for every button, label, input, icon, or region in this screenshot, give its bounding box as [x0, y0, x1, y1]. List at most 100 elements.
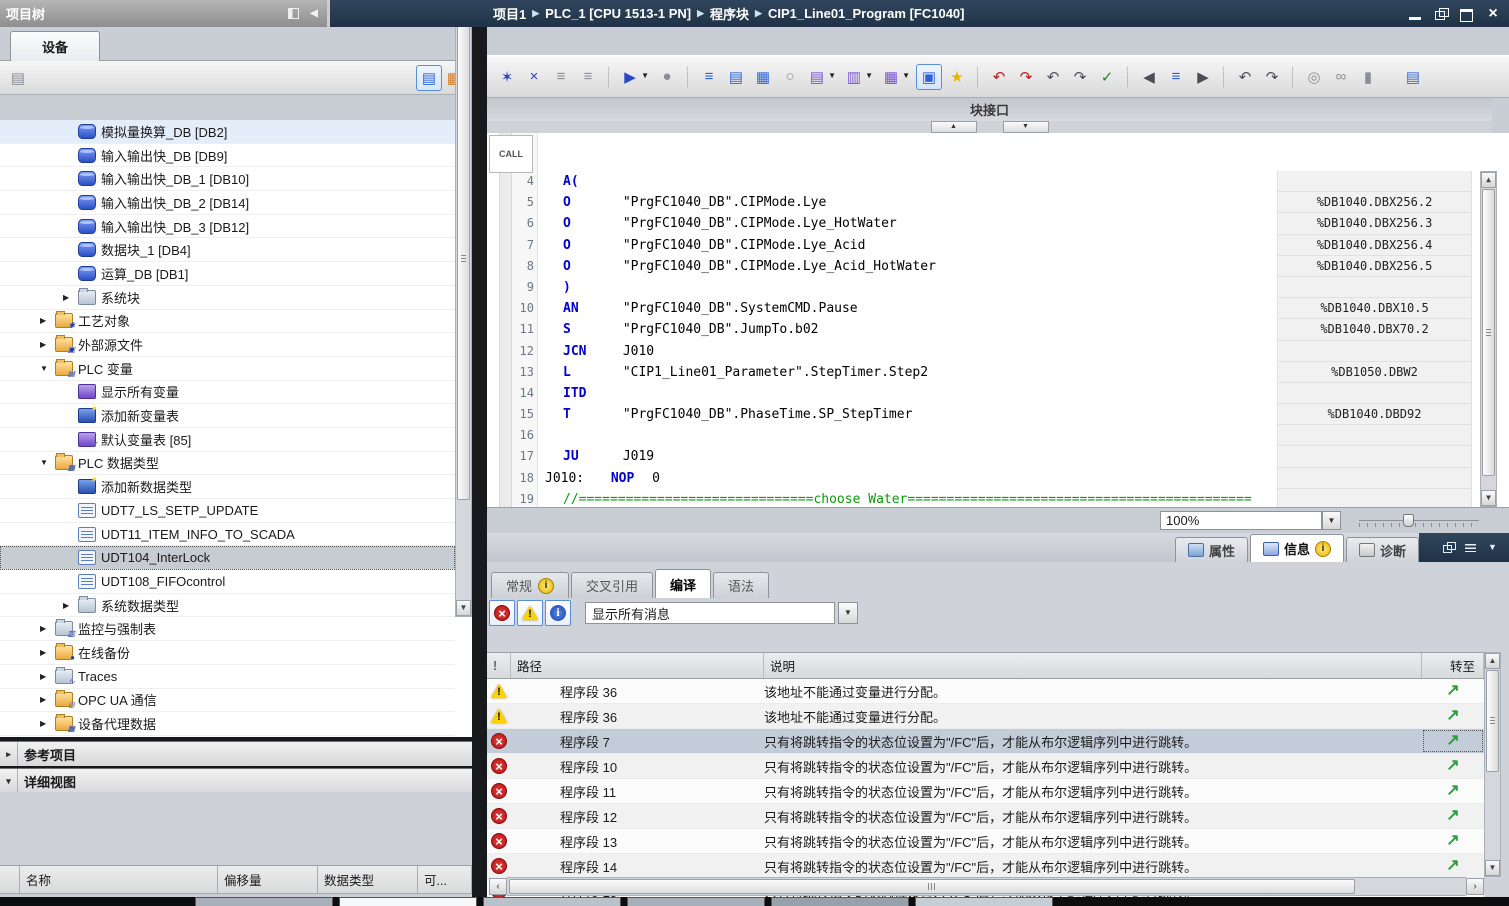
block-interface-bar[interactable]: 块接口	[487, 98, 1492, 122]
inspector-tab[interactable]: 诊断	[1346, 537, 1419, 562]
goto-next-error-icon[interactable]: ▶	[1191, 65, 1215, 89]
update-block-calls-icon[interactable]: ●	[655, 65, 679, 89]
collapse-networks-icon[interactable]: ▤	[724, 65, 748, 89]
scroll-down-icon[interactable]: ▼	[1485, 860, 1500, 876]
tree-item[interactable]: 输入输出快_DB [DB9]	[0, 144, 455, 168]
code-line[interactable]: 19 //==============================choos…	[487, 489, 1277, 507]
tree-item[interactable]: 输入输出快_DB_1 [DB10]	[0, 167, 455, 191]
details-column-header[interactable]: 数据类型	[318, 866, 418, 894]
breadcrumb-item[interactable]: 程序块	[710, 4, 749, 23]
next-bookmark-icon[interactable]: ↷	[1260, 65, 1284, 89]
new-item-icon[interactable]: ▤	[6, 66, 30, 90]
details-column-header[interactable]: 可...	[418, 866, 472, 894]
data-block-lock-icon[interactable]: ▮	[1356, 65, 1380, 89]
code-line[interactable]: 16	[487, 425, 1277, 446]
expander-icon[interactable]: ▶	[40, 624, 55, 633]
network-toggle-icon[interactable]: ▦	[751, 65, 775, 89]
tree-item[interactable]: ▶ ▣ 外部源文件	[0, 333, 455, 357]
message-row[interactable]: 程序段 11 只有将跳转指令的状态位设置为"/FC"后，才能从布尔逻辑序列中进行…	[487, 779, 1484, 804]
call-button[interactable]: CALL	[489, 135, 533, 173]
expander-icon[interactable]: ▶	[40, 695, 55, 704]
separator[interactable]	[977, 66, 979, 88]
messages-scrollbar[interactable]: ▲ ▼	[1484, 652, 1501, 877]
collapse-panel-icon[interactable]: ◀	[307, 8, 321, 20]
chevron-right-icon[interactable]: ▸	[0, 742, 18, 766]
code-line[interactable]: 12 JCN J010	[487, 341, 1277, 362]
tree-item[interactable]: UDT11_ITEM_INFO_TO_SCADA	[0, 523, 455, 547]
tree-item[interactable]: 输入输出快_DB_3 [DB12]	[0, 215, 455, 239]
scroll-right-icon[interactable]: ›	[1466, 878, 1484, 895]
tree-item[interactable]: ▼ ▦ PLC 数据类型	[0, 452, 455, 476]
splitter-down-icon[interactable]: ▼	[1003, 121, 1049, 133]
code-line[interactable]: 17 JU J019	[487, 446, 1277, 467]
details-view-bar[interactable]: ▾ 详细视图	[0, 768, 472, 794]
tree-item[interactable]: ▶ ● 在线备份	[0, 641, 455, 665]
tree-item[interactable]: 数据块_1 [DB4]	[0, 238, 455, 262]
filter-dropdown-icon[interactable]: ▼	[838, 602, 858, 624]
tree-item[interactable]: ▶ ▥ 监控与强制表	[0, 617, 455, 641]
separator[interactable]	[1223, 66, 1225, 88]
expander-icon[interactable]: ▼	[40, 364, 55, 373]
breadcrumb-item[interactable]: PLC_1 [CPU 1513-1 PN]	[545, 6, 691, 21]
tree-item[interactable]: 输入输出快_DB_2 [DB14]	[0, 191, 455, 215]
filter-errors-button[interactable]	[489, 600, 515, 626]
favorites-icon[interactable]: ★	[945, 65, 969, 89]
scroll-up-icon[interactable]: ▲	[1485, 653, 1500, 669]
find-replace-icon[interactable]: ◎	[1302, 65, 1326, 89]
previous-bookmark-icon[interactable]: ↶	[1233, 65, 1257, 89]
save-window-settings-icon[interactable]: ↶	[1041, 65, 1065, 89]
scrollbar-thumb[interactable]	[1486, 670, 1499, 772]
taskbar-button[interactable]	[195, 897, 333, 906]
description-column-header[interactable]: 说明	[764, 653, 1422, 678]
close-button[interactable]: ×	[1485, 7, 1501, 21]
tag-display-icon[interactable]: ▤▼	[805, 65, 829, 89]
expand-networks-icon[interactable]: ≡	[697, 65, 721, 89]
stl-code-editor[interactable]: CALL 4 A( 5 O "PrgFC10	[487, 133, 1509, 507]
expander-icon[interactable]: ▶	[40, 340, 55, 349]
hscrollbar-thumb[interactable]	[509, 879, 1355, 894]
tree-item[interactable]: UDT7_LS_SETP_UPDATE	[0, 499, 455, 523]
message-row[interactable]: 程序段 7 只有将跳转指令的状态位设置为"/FC"后，才能从布尔逻辑序列中进行跳…	[487, 729, 1484, 754]
tree-item[interactable]: ✶ 添加新变量表	[0, 404, 455, 428]
separator[interactable]	[687, 66, 689, 88]
tree-item[interactable]: ▶ 系统数据类型	[0, 594, 455, 618]
message-row[interactable]: 程序段 36 该地址不能通过变量进行分配。 ↗	[487, 679, 1484, 704]
inspector-subtab[interactable]: 交叉引用	[571, 572, 653, 598]
inspector-subtab[interactable]: 语法	[713, 572, 769, 598]
taskbar-button[interactable]	[771, 897, 909, 906]
path-column-header[interactable]: 路径	[511, 653, 764, 678]
splitter-up-icon[interactable]: ▲	[931, 121, 977, 133]
tree-item[interactable]: ✶ 添加新数据类型	[0, 475, 455, 499]
goto-cell[interactable]: ↗	[1422, 679, 1484, 703]
panel-divider[interactable]	[472, 0, 487, 897]
code-line[interactable]: 13 L "CIP1_Line01_Parameter".StepTimer.S…	[487, 362, 1277, 383]
inspector-subtab[interactable]: 常规 i	[491, 572, 569, 598]
tree-item[interactable]: ▶ ∿ Traces	[0, 665, 455, 689]
expander-icon[interactable]: ▶	[40, 719, 55, 728]
message-row[interactable]: 程序段 36 该地址不能通过变量进行分配。 ↗	[487, 704, 1484, 729]
scrollbar-thumb[interactable]	[1482, 189, 1495, 476]
goto-cell[interactable]: ↗	[1422, 804, 1484, 828]
messages-hscrollbar[interactable]: ‹ ›	[489, 877, 1484, 896]
scrollbar-thumb[interactable]	[457, 18, 470, 500]
add-row-icon[interactable]: ≡	[576, 65, 600, 89]
insert-row-icon[interactable]: ≡	[549, 65, 573, 89]
tree-item[interactable]: UDT104_InterLock	[0, 546, 455, 570]
auto-collapse-icon[interactable]	[288, 8, 299, 19]
taskbar-button[interactable]	[627, 897, 765, 906]
tree-item[interactable]: 运算_DB [DB1]	[0, 262, 455, 286]
goto-cell[interactable]: ↗	[1422, 754, 1484, 778]
expand-inspector-button[interactable]: ▼	[1486, 542, 1499, 553]
expander-icon[interactable]: ▶	[40, 672, 55, 681]
discard-changes-icon[interactable]: ↶	[987, 65, 1011, 89]
scroll-left-icon[interactable]: ‹	[489, 878, 507, 895]
breadcrumb-item[interactable]: CIP1_Line01_Program [FC1040]	[768, 6, 965, 21]
scroll-down-icon[interactable]: ▼	[1481, 490, 1496, 506]
expander-icon[interactable]: ▼	[40, 458, 55, 467]
delete-network-icon[interactable]: ×	[522, 65, 546, 89]
taskbar-button[interactable]	[483, 897, 621, 906]
restore-window-settings-icon[interactable]: ↷	[1068, 65, 1092, 89]
restore-button[interactable]	[1433, 7, 1449, 21]
navigate-block-icon[interactable]: ▶▼	[618, 65, 642, 89]
code-line[interactable]: 5 O "PrgFC1040_DB".CIPMode.Lye	[487, 192, 1277, 213]
